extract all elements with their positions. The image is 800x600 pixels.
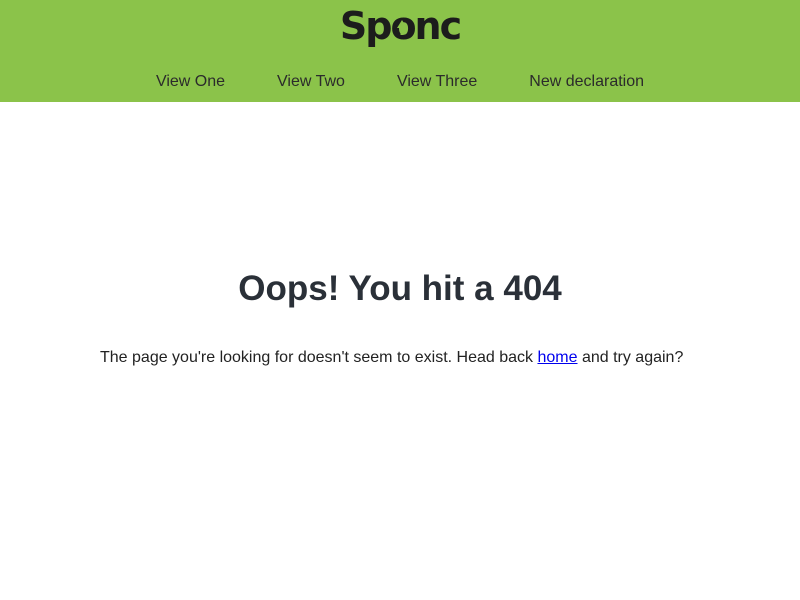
error-message: The page you're looking for doesn't seem… xyxy=(100,348,780,368)
main-nav: View One View Two View Three New declara… xyxy=(0,72,800,92)
arrow-stem xyxy=(400,27,404,35)
site-header: Spo nc View One View Two View Three New d… xyxy=(0,0,800,102)
message-text-end: and try again? xyxy=(577,349,684,366)
message-text-start: The page you're looking for doesn't seem… xyxy=(100,349,538,366)
logo-text-end: nc xyxy=(414,4,463,48)
logo-text-start: Sp xyxy=(339,4,393,48)
nav-link-view-one[interactable]: View One xyxy=(156,72,225,92)
nav-link-view-two[interactable]: View Two xyxy=(277,72,345,92)
sponc-logo[interactable]: Spo nc xyxy=(0,4,800,48)
nav-link-view-three[interactable]: View Three xyxy=(397,72,477,92)
page-title: Oops! You hit a 404 xyxy=(238,269,562,308)
logo-arrow-o: o xyxy=(390,4,416,48)
nav-link-new-declaration[interactable]: New declaration xyxy=(529,72,644,92)
home-link[interactable]: home xyxy=(537,349,577,366)
